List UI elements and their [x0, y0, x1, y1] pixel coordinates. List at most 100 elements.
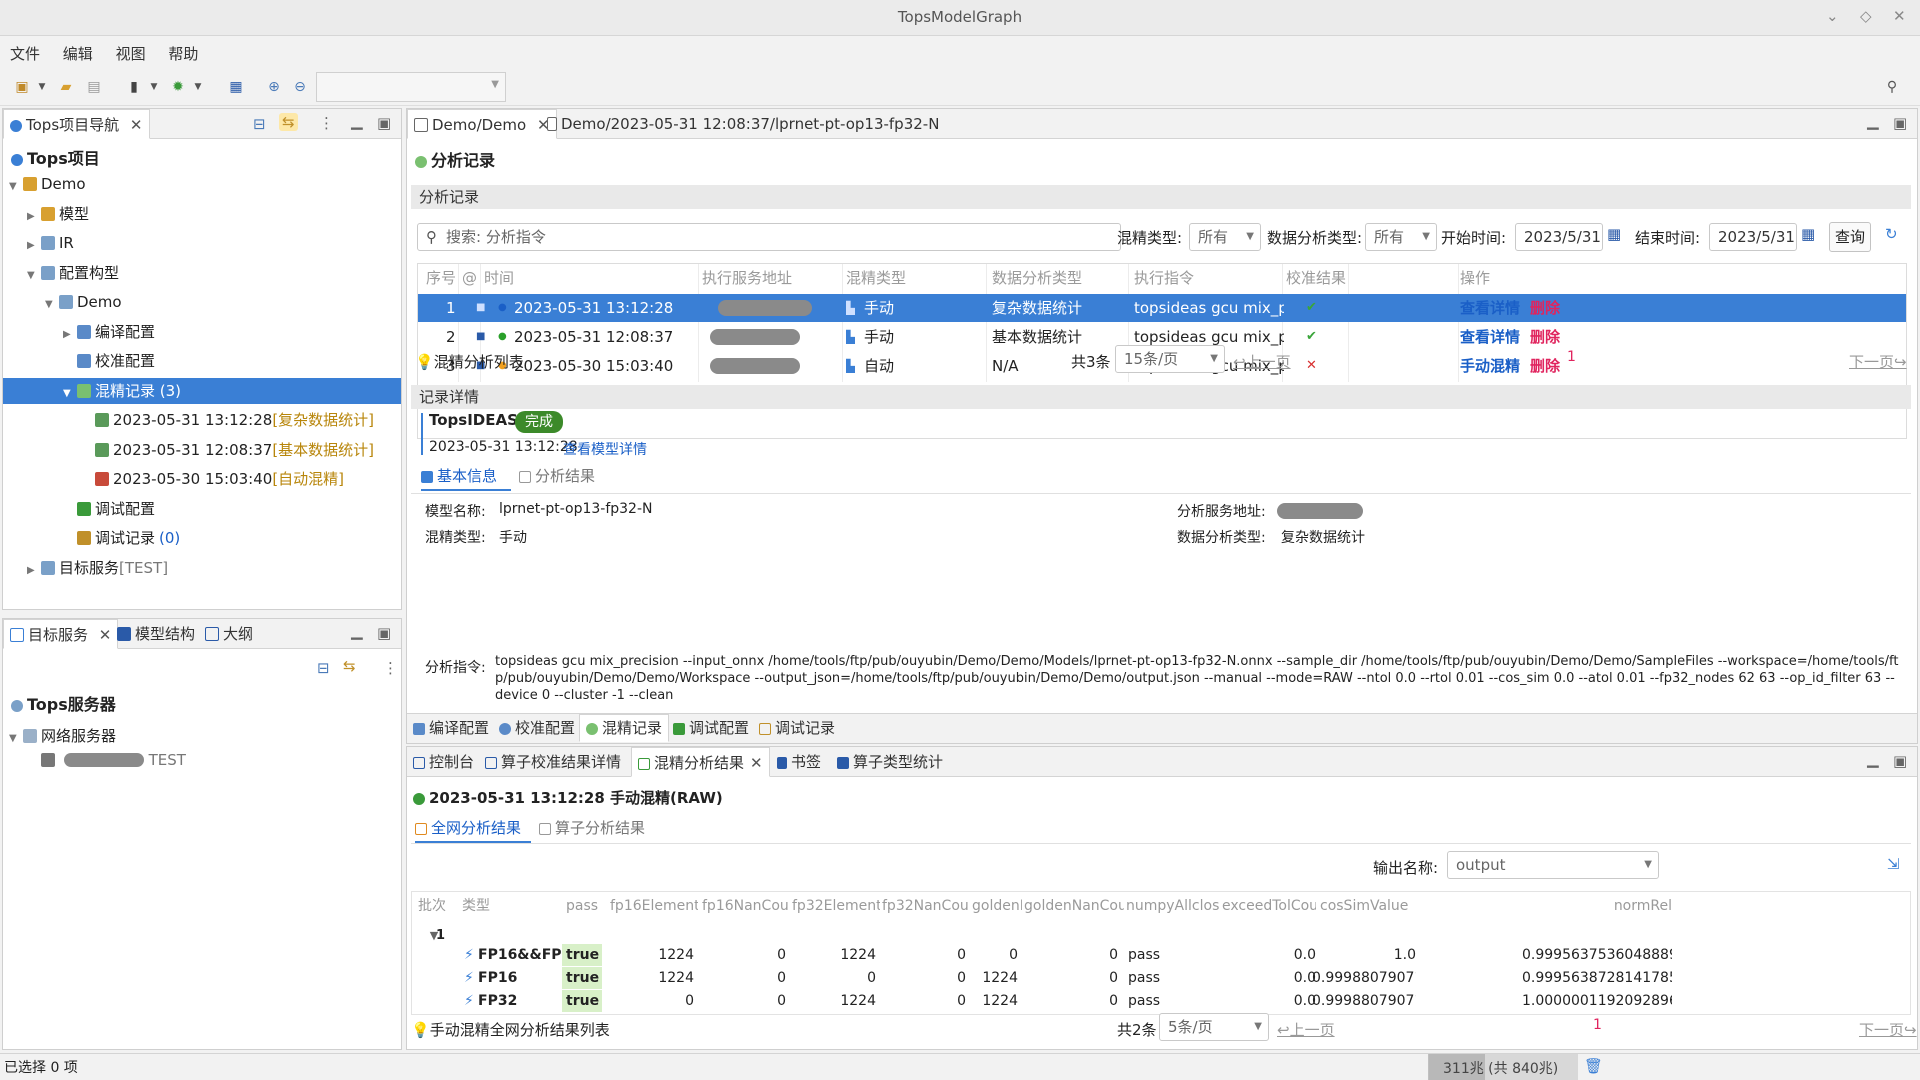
expand-down-icon[interactable]: ▼ [27, 263, 41, 289]
view-menu-icon[interactable]: ⋮ [319, 114, 334, 132]
search-icon[interactable]: ⚲ [1882, 77, 1902, 97]
row-delete-link[interactable]: 删除 [1530, 294, 1560, 322]
maximize-icon[interactable]: ◇ [1860, 7, 1872, 25]
tab-operator-analysis[interactable]: 算子分析结果 [539, 817, 645, 843]
row-delete-link[interactable]: 删除 [1530, 352, 1560, 380]
tree-item[interactable]: ▶ 模型 [27, 201, 89, 227]
results-per-page-select[interactable]: 5条/页 ▼ [1159, 1013, 1269, 1041]
prev-page-link[interactable]: ↩上一页 [1233, 351, 1291, 372]
expand-right-icon[interactable]: ▶ [27, 204, 41, 230]
zoom-in-icon[interactable]: ⊕ [264, 77, 284, 97]
menu-help[interactable]: 帮助 [168, 43, 198, 64]
close-tab-icon[interactable]: ✕ [130, 116, 143, 134]
export-icon[interactable]: ⇲ [1887, 855, 1900, 873]
column-header[interactable]: pass [566, 892, 606, 920]
data-type-select[interactable]: 所有 ▼ [1365, 223, 1437, 251]
start-time-input[interactable]: 2023/5/31 [1515, 223, 1603, 251]
search-input[interactable]: ⚲ 搜索: 分析指令 [417, 223, 1121, 251]
column-header[interactable]: fp16ElementCc [610, 892, 698, 920]
tab-target-service[interactable]: 目标服务 ✕ [3, 619, 119, 649]
tab-mix-records[interactable]: 混精记录 [579, 714, 670, 742]
minimize-view-icon[interactable]: ▁ [1867, 112, 1879, 130]
tree-item[interactable]: ▶ 编译配置 [63, 319, 155, 345]
tab-project-navigator[interactable]: Tops项目导航 ✕ [3, 109, 150, 139]
column-header[interactable]: exceedTolCour [1222, 892, 1316, 920]
tab-analysis-result[interactable]: 分析结果 [519, 465, 595, 491]
output-name-select[interactable]: output ▼ [1447, 851, 1659, 879]
tree-item[interactable]: ▶ 目标服务[TEST] [27, 555, 168, 581]
view-model-link[interactable]: 查看模型详情 [563, 439, 647, 459]
column-header[interactable]: fp32ElementCc [792, 892, 880, 920]
maximize-view-icon[interactable]: ▣ [1893, 114, 1907, 132]
records-per-page-select[interactable]: 15条/页 ▼ [1115, 345, 1225, 373]
tab-operator-type-stats[interactable]: 算子类型统计 [831, 747, 949, 777]
tree-item[interactable]: 2023-05-30 15:03:40[自动混精] [81, 466, 344, 492]
column-header[interactable]: 类型 [462, 892, 562, 920]
prev-page-link[interactable]: ↩上一页 [1277, 1019, 1335, 1040]
tab-console[interactable]: 控制台 [407, 747, 480, 777]
debug-dropdown-icon[interactable]: ▼ [188, 77, 208, 97]
query-button[interactable]: 查询 [1829, 222, 1871, 252]
tree-item[interactable]: ▼ 配置构型 [27, 260, 119, 286]
debug-icon[interactable]: ✹ [168, 77, 188, 97]
tree-item[interactable]: 校准配置 [63, 348, 155, 374]
project-root[interactable]: Tops项目 [11, 145, 100, 169]
menu-edit[interactable]: 编辑 [63, 43, 93, 64]
tab-network-analysis[interactable]: 全网分析结果 [415, 817, 531, 843]
row-delete-link[interactable]: 删除 [1530, 323, 1560, 351]
tree-item[interactable]: ▼ Demo [9, 171, 86, 197]
calendar-icon[interactable]: ▦ [1607, 225, 1621, 243]
group-toggle-icon[interactable]: ▼ [414, 922, 454, 950]
next-page-link[interactable]: 下一页↪ [1859, 1019, 1917, 1040]
row-action-link[interactable]: 查看详情 [1460, 323, 1520, 351]
column-header[interactable]: 批次 [418, 892, 458, 920]
minimize-icon[interactable]: ⌄ [1826, 7, 1839, 25]
column-header[interactable]: normRel [1592, 892, 1672, 920]
refresh-icon[interactable]: ↻ [1885, 225, 1898, 243]
toolbar-combo[interactable]: ▼ [316, 72, 506, 102]
tree-item[interactable]: ▼ Demo [45, 289, 122, 315]
link-editor-icon[interactable]: ⇆ [343, 657, 356, 675]
tab-mix-results[interactable]: 混精分析结果 ✕ [631, 747, 770, 777]
minimize-view-icon[interactable]: ▁ [351, 112, 363, 130]
zoom-out-icon[interactable]: ⊖ [290, 77, 310, 97]
link-editor-icon[interactable]: ⇆ [279, 113, 298, 131]
calendar-icon[interactable]: ▦ [1801, 225, 1815, 243]
tree-server-test[interactable]: TEST [41, 747, 186, 773]
new-icon[interactable]: ▣ [12, 77, 32, 97]
close-tab-icon[interactable]: ✕ [750, 754, 763, 772]
view-menu-icon[interactable]: ⋮ [383, 659, 398, 677]
save-icon[interactable]: ▤ [84, 77, 104, 97]
row-action-link[interactable]: 手动混精 [1460, 352, 1520, 380]
column-header[interactable]: fp16NanCount [702, 892, 790, 920]
column-header[interactable]: fp32NanCount [882, 892, 970, 920]
device-icon[interactable]: ▮ [124, 77, 144, 97]
expand-down-icon[interactable]: ▼ [63, 381, 77, 407]
expand-right-icon[interactable]: ▶ [27, 233, 41, 259]
expand-down-icon[interactable]: ▼ [9, 174, 23, 200]
tree-network-servers[interactable]: ▼ 网络服务器 [9, 723, 116, 749]
maximize-view-icon[interactable]: ▣ [377, 114, 391, 132]
tree-item[interactable]: 2023-05-31 12:08:37[基本数据统计] [81, 437, 374, 463]
column-header[interactable]: @ [462, 264, 477, 292]
column-header[interactable]: 校准结果 [1286, 264, 1346, 292]
column-header[interactable]: 时间 [484, 264, 514, 292]
tab-debug-records[interactable]: 调试记录 [753, 714, 841, 742]
tab-outline[interactable]: 大纲 [199, 619, 259, 649]
close-tab-icon[interactable]: ✕ [99, 626, 112, 644]
server-root[interactable]: Tops服务器 [11, 691, 116, 715]
column-header[interactable]: 执行服务地址 [702, 264, 792, 292]
tree-item[interactable]: ▼ 混精记录 (3) [3, 377, 401, 407]
open-folder-icon[interactable]: ▰ [56, 77, 76, 97]
memory-indicator[interactable]: 311兆 (共 840兆) [1428, 1054, 1578, 1080]
tree-item[interactable]: 调试记录 (0) [63, 525, 180, 551]
collapse-all-icon[interactable]: ⊟ [253, 115, 266, 133]
column-header[interactable]: 操作 [1460, 264, 1490, 292]
column-header[interactable]: numpyAllclose [1126, 892, 1220, 920]
tab-operator-calibration[interactable]: 算子校准结果详情 [479, 747, 627, 777]
row-action-link[interactable]: 查看详情 [1460, 294, 1520, 322]
tab-calibration-config[interactable]: 校准配置 [493, 714, 581, 742]
close-window-icon[interactable]: ✕ [1893, 7, 1906, 25]
tree-item[interactable]: 2023-05-31 13:12:28[复杂数据统计] [81, 407, 374, 433]
tab-compile-config[interactable]: 编译配置 [407, 714, 495, 742]
